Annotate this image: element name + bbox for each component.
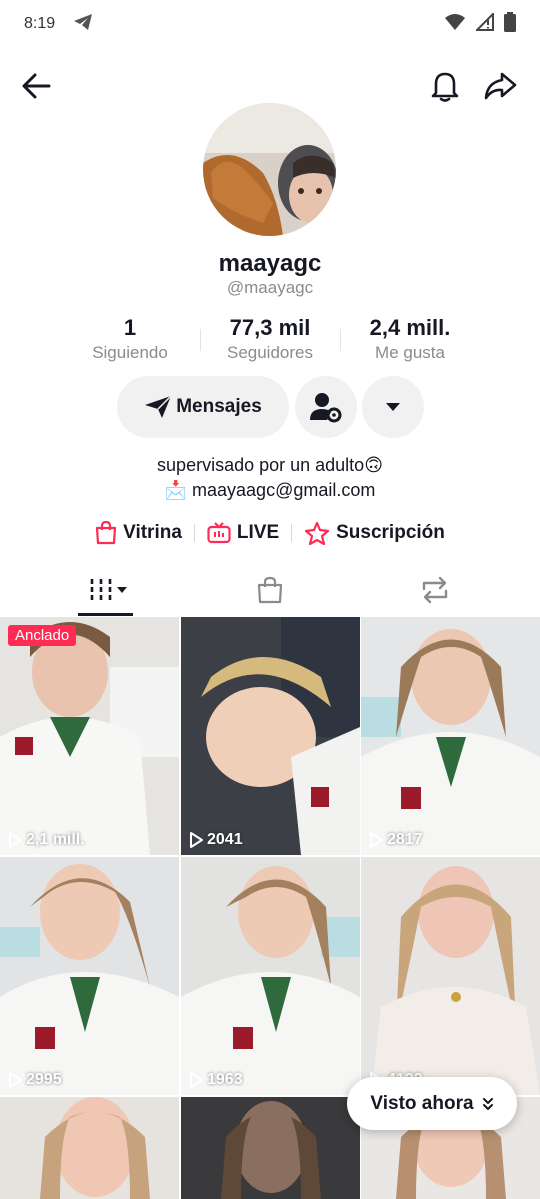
view-count-value: 2817 — [387, 831, 423, 848]
active-tab-indicator — [78, 613, 133, 616]
view-count-value: 2041 — [207, 831, 243, 848]
tab-shop[interactable] — [180, 563, 360, 616]
user-gear-icon — [310, 393, 342, 423]
video-thumbnail — [181, 1097, 360, 1199]
view-count-value: 1963 — [207, 1071, 243, 1088]
grid-videos-icon — [90, 578, 127, 601]
stat-label: Seguidores — [226, 343, 313, 362]
view-count-value: 2,1 mill. — [26, 831, 85, 848]
shopping-bag-icon — [96, 521, 117, 545]
video-tile[interactable] — [181, 1097, 360, 1199]
tab-reposts[interactable] — [345, 563, 525, 616]
status-bar: 8:19 — [0, 0, 540, 48]
stat-label: Me gusta — [375, 343, 445, 362]
video-thumbnail — [0, 857, 179, 1095]
share-arrow-icon — [484, 72, 517, 100]
play-icon — [190, 1072, 203, 1088]
messages-label: Mensajes — [176, 396, 262, 417]
view-count: 1963 — [189, 1071, 243, 1089]
share-button[interactable] — [478, 64, 522, 108]
view-count: 2041 — [189, 831, 243, 849]
video-tile[interactable]: 4122 — [361, 857, 540, 1095]
battery-icon — [504, 11, 516, 37]
subscription-link[interactable]: Suscripción — [304, 521, 445, 545]
username: @maayagc — [226, 278, 314, 297]
divider — [193, 524, 195, 542]
back-button[interactable] — [14, 64, 58, 108]
status-time: 8:19 — [24, 15, 56, 32]
tab-videos[interactable] — [20, 563, 200, 616]
video-tile[interactable]: 2817 — [361, 617, 540, 855]
profile-links: Vitrina LIVE Suscripción — [0, 518, 540, 548]
view-count: 2817 — [369, 831, 423, 849]
video-thumbnail — [181, 617, 360, 855]
link-label: Suscripción — [336, 522, 445, 543]
video-thumbnail — [0, 617, 179, 855]
video-tile[interactable] — [0, 1097, 179, 1199]
repost-icon — [422, 576, 448, 603]
telegram-icon — [73, 13, 93, 36]
notifications-button[interactable] — [423, 64, 467, 108]
display-name: maayagc — [218, 250, 322, 277]
signal-icon — [474, 11, 494, 36]
play-icon — [9, 1072, 22, 1088]
profile-actions: Mensajes — [0, 376, 540, 438]
stat-value: 1 — [123, 315, 137, 340]
bio-email[interactable]: 📩 maayaagc@gmail.com — [0, 478, 540, 503]
showcase-link[interactable]: Vitrina — [95, 521, 182, 545]
video-tile[interactable]: 2995 — [0, 857, 179, 1095]
video-thumbnail — [181, 857, 360, 1095]
divider — [291, 524, 293, 542]
wifi-icon — [444, 13, 466, 36]
watch-now-label: Visto ahora — [370, 1092, 474, 1114]
pinned-badge: Anclado — [8, 625, 77, 646]
video-thumbnail — [361, 857, 540, 1095]
stat-likes[interactable]: 2,4 mill. Me gusta — [340, 315, 480, 363]
video-thumbnail — [361, 617, 540, 855]
video-thumbnail — [0, 1097, 179, 1199]
link-label: LIVE — [236, 522, 280, 543]
view-count-value: 2995 — [26, 1071, 62, 1088]
view-count: 2995 — [8, 1071, 62, 1089]
video-tile[interactable]: Anclado 2,1 mill. — [0, 617, 179, 855]
arrow-left-icon — [22, 73, 51, 99]
bell-icon — [431, 72, 459, 102]
profile-stats: 1 Siguiendo 77,3 mil Seguidores 2,4 mill… — [60, 315, 480, 365]
content-tabs — [0, 563, 540, 616]
live-link[interactable]: LIVE — [207, 522, 279, 544]
bio-line: supervisado por un adulto🙃 — [157, 455, 383, 475]
stat-following[interactable]: 1 Siguiendo — [60, 315, 200, 363]
caret-down-icon — [386, 403, 400, 411]
friend-settings-button[interactable] — [295, 376, 357, 438]
live-tv-icon — [207, 522, 231, 544]
stat-value: 2,4 mill. — [369, 315, 451, 340]
double-chevron-down-icon — [482, 1097, 493, 1110]
messages-button[interactable]: Mensajes — [117, 376, 289, 438]
more-dropdown-button[interactable] — [362, 376, 424, 438]
avatar[interactable] — [203, 103, 336, 236]
view-count: 2,1 mill. — [8, 831, 85, 849]
stat-followers[interactable]: 77,3 mil Seguidores — [200, 315, 340, 363]
bio: supervisado por un adulto🙃 📩 maayaagc@gm… — [0, 453, 540, 503]
watch-now-button[interactable]: Visto ahora — [347, 1077, 517, 1130]
video-tile[interactable]: 1963 — [181, 857, 360, 1095]
play-icon — [370, 832, 383, 848]
stat-value: 77,3 mil — [229, 315, 311, 340]
subscription-star-icon — [305, 521, 330, 545]
shopping-bag-icon — [257, 576, 283, 603]
link-label: Vitrina — [123, 522, 182, 543]
play-icon — [9, 832, 22, 848]
avatar-photo — [203, 103, 336, 236]
play-icon — [190, 832, 203, 848]
video-tile[interactable]: 2041 — [181, 617, 360, 855]
stat-label: Siguiendo — [92, 343, 168, 362]
send-icon — [145, 395, 172, 418]
